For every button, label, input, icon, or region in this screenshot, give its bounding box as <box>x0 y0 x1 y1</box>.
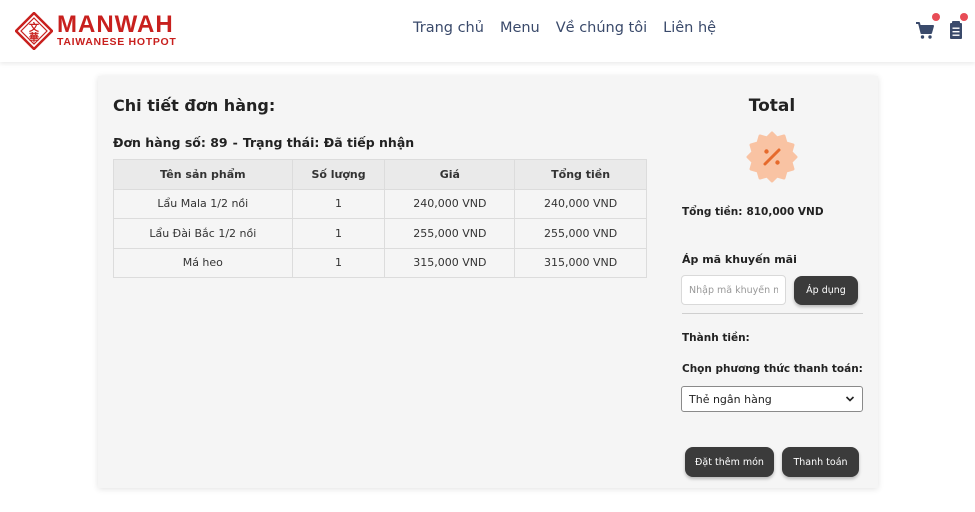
total-title: Total <box>748 96 796 116</box>
order-more-button[interactable]: Đặt thêm món <box>685 447 774 477</box>
brand-seal-icon: 文 華 <box>14 11 54 51</box>
nav-menu[interactable]: Menu <box>500 20 540 36</box>
payment-method-select[interactable]: Thẻ ngân hàng <box>681 386 863 412</box>
table-row: Lẩu Mala 1/2 nồi 1 240,000 VND 240,000 V… <box>113 188 647 219</box>
brand-subtitle: TAIWANESE HOTPOT <box>57 36 177 48</box>
col-subtotal: Tổng tiền <box>514 159 647 190</box>
promo-code-input[interactable] <box>681 275 786 305</box>
table-header-row: Tên sản phẩm Số lượng Giá Tổng tiền <box>113 159 647 190</box>
order-badge <box>960 13 968 21</box>
cell-price: 255,000 VND <box>384 218 516 249</box>
col-price: Giá <box>384 159 516 190</box>
table-row: Lẩu Đài Bắc 1/2 nồi 1 255,000 VND 255,00… <box>113 218 647 249</box>
cell-subtotal: 315,000 VND <box>514 247 647 278</box>
main-nav: Trang chủ Menu Về chúng tôi Liên hệ <box>413 20 716 36</box>
cell-subtotal: 240,000 VND <box>514 188 647 219</box>
col-quantity: Số lượng <box>291 159 386 190</box>
brand-logo[interactable]: 文 華 MANWAH TAIWANESE HOTPOT <box>14 11 177 51</box>
total-label: Tổng tiền: <box>682 206 743 218</box>
cart-icon[interactable] <box>915 13 940 40</box>
order-detail-title: Chi tiết đơn hàng: <box>113 96 276 115</box>
order-list-icon[interactable] <box>946 13 968 40</box>
cart-badge <box>932 13 940 21</box>
nav-home[interactable]: Trang chủ <box>413 20 484 36</box>
promo-label: Áp mã khuyến mãi <box>682 253 797 266</box>
table-row: Má heo 1 315,000 VND 315,000 VND <box>113 247 647 278</box>
svg-text:華: 華 <box>29 31 39 44</box>
cell-product-name: Má heo <box>113 247 293 278</box>
cell-quantity: 1 <box>291 188 386 219</box>
cell-price: 315,000 VND <box>384 247 516 278</box>
brand-name: MANWAH <box>57 11 174 38</box>
total-amount-line: Tổng tiền: 810,000 VND <box>682 206 824 218</box>
order-items-table: Tên sản phẩm Số lượng Giá Tổng tiền Lẩu … <box>113 159 647 278</box>
summary-divider <box>682 313 863 314</box>
order-card: Chi tiết đơn hàng: Đơn hàng số: 89 - Trạ… <box>98 76 878 488</box>
cell-quantity: 1 <box>291 218 386 249</box>
chevron-down-icon <box>845 393 855 406</box>
top-header: 文 華 MANWAH TAIWANESE HOTPOT Trang chủ Me… <box>0 0 975 62</box>
order-status-line: Đơn hàng số: 89 - Trạng thái: Đã tiếp nh… <box>113 135 414 150</box>
payment-selected-value: Thẻ ngân hàng <box>689 392 772 406</box>
cell-price: 240,000 VND <box>384 188 516 219</box>
order-number: Đơn hàng số: 89 <box>113 135 228 150</box>
final-amount-label: Thành tiền: <box>682 332 750 344</box>
checkout-button[interactable]: Thanh toán <box>782 447 859 477</box>
order-separator: - <box>232 135 238 150</box>
cell-product-name: Lẩu Mala 1/2 nồi <box>113 188 293 219</box>
col-product-name: Tên sản phẩm <box>113 159 293 190</box>
cell-product-name: Lẩu Đài Bắc 1/2 nồi <box>113 218 293 249</box>
total-value: 810,000 VND <box>746 206 824 218</box>
nav-about[interactable]: Về chúng tôi <box>556 20 647 36</box>
order-status: Trạng thái: Đã tiếp nhận <box>242 135 415 150</box>
payment-method-label: Chọn phương thức thanh toán: <box>682 363 863 375</box>
cell-quantity: 1 <box>291 247 386 278</box>
nav-contact[interactable]: Liên hệ <box>663 20 716 36</box>
discount-badge-icon <box>746 131 798 183</box>
apply-promo-button[interactable]: Áp dụng <box>794 276 858 305</box>
cell-subtotal: 255,000 VND <box>514 218 647 249</box>
